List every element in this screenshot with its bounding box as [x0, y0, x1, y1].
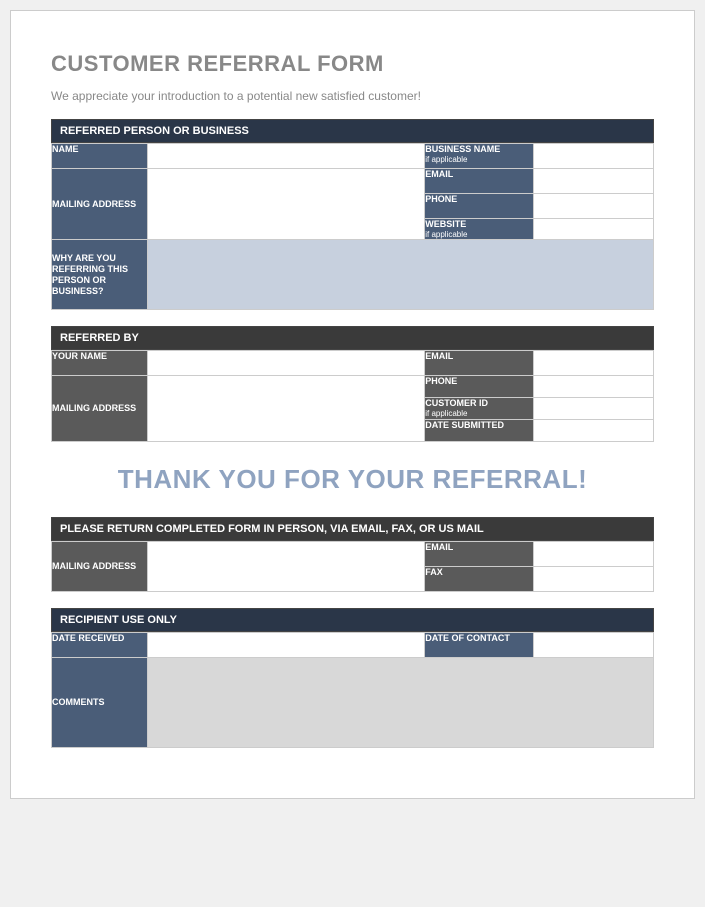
label-return-mailing: MAILING ADDRESS	[52, 541, 148, 591]
label-phone: PHONE	[425, 194, 533, 219]
input-name[interactable]	[148, 144, 425, 169]
input-mailing-address[interactable]	[148, 169, 425, 240]
label-referrer-mailing: MAILING ADDRESS	[52, 376, 148, 441]
input-business-name[interactable]	[533, 144, 653, 169]
input-return-mailing[interactable]	[148, 541, 425, 591]
label-return-email: EMAIL	[425, 541, 533, 566]
page-subtitle: We appreciate your introduction to a pot…	[51, 89, 654, 103]
input-why-referring[interactable]	[148, 240, 654, 310]
input-referrer-email[interactable]	[533, 351, 653, 376]
label-why-referring: WHY ARE YOU REFERRING THIS PERSON OR BUS…	[52, 240, 148, 310]
input-comments[interactable]	[148, 657, 654, 747]
input-return-fax[interactable]	[533, 566, 653, 591]
label-date-contact: DATE OF CONTACT	[425, 632, 533, 657]
label-name: NAME	[52, 144, 148, 169]
section-recipient-header: RECIPIENT USE ONLY	[51, 608, 654, 632]
document-page: CUSTOMER REFERRAL FORM We appreciate you…	[10, 10, 695, 799]
input-date-contact[interactable]	[533, 632, 653, 657]
referred-person-table: NAME BUSINESS NAMEif applicable MAILING …	[51, 143, 654, 310]
input-referrer-phone[interactable]	[533, 376, 653, 398]
input-email[interactable]	[533, 169, 653, 194]
section-referred-person-header: REFERRED PERSON OR BUSINESS	[51, 119, 654, 143]
section-referred-by-header: REFERRED BY	[51, 326, 654, 350]
label-your-name: YOUR NAME	[52, 351, 148, 376]
label-customer-id: CUSTOMER IDif applicable	[425, 398, 533, 419]
label-website: WEBSITEif applicable	[425, 219, 533, 240]
return-table: MAILING ADDRESS EMAIL FAX	[51, 541, 654, 592]
label-mailing-address: MAILING ADDRESS	[52, 169, 148, 240]
page-title: CUSTOMER REFERRAL FORM	[51, 51, 654, 77]
input-return-email[interactable]	[533, 541, 653, 566]
recipient-table: DATE RECEIVED DATE OF CONTACT COMMENTS	[51, 632, 654, 748]
input-website[interactable]	[533, 219, 653, 240]
input-customer-id[interactable]	[533, 398, 653, 419]
label-comments: COMMENTS	[52, 657, 148, 747]
label-referrer-email: EMAIL	[425, 351, 533, 376]
thank-you-message: THANK YOU FOR YOUR REFERRAL!	[51, 464, 654, 495]
input-referrer-mailing[interactable]	[148, 376, 425, 441]
input-phone[interactable]	[533, 194, 653, 219]
label-email: EMAIL	[425, 169, 533, 194]
input-date-received[interactable]	[148, 632, 425, 657]
label-business-name: BUSINESS NAMEif applicable	[425, 144, 533, 169]
label-referrer-phone: PHONE	[425, 376, 533, 398]
input-your-name[interactable]	[148, 351, 425, 376]
label-return-fax: FAX	[425, 566, 533, 591]
referred-by-table: YOUR NAME EMAIL MAILING ADDRESS PHONE CU…	[51, 350, 654, 441]
section-return-header: PLEASE RETURN COMPLETED FORM IN PERSON, …	[51, 517, 654, 541]
label-date-submitted: DATE SUBMITTED	[425, 419, 533, 441]
label-date-received: DATE RECEIVED	[52, 632, 148, 657]
input-date-submitted[interactable]	[533, 419, 653, 441]
